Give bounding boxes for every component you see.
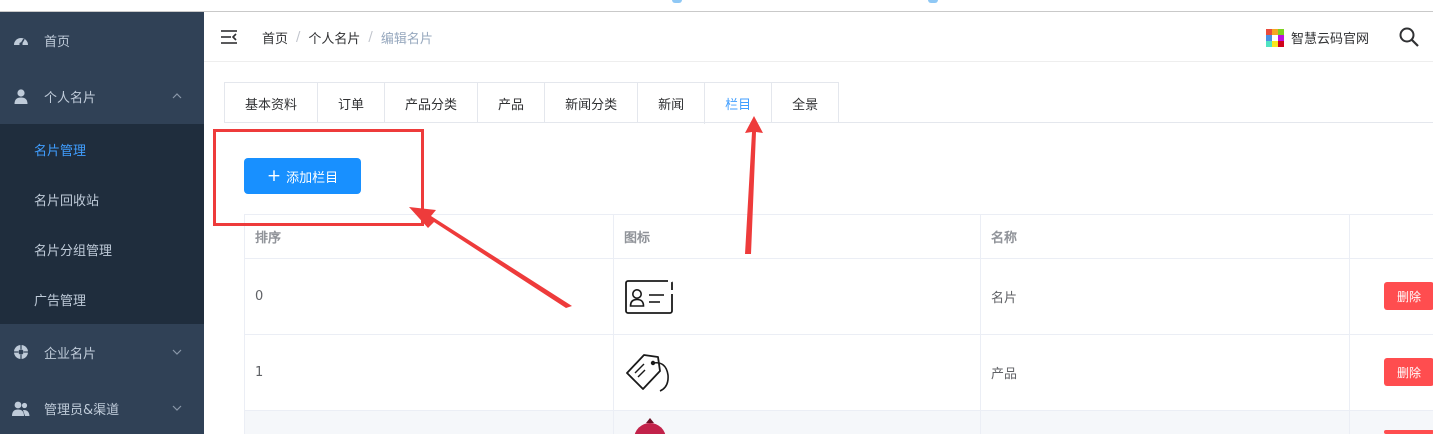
chevron-down-icon (172, 349, 182, 355)
cell-order: 1 (245, 335, 614, 410)
price-tag-icon (626, 353, 669, 392)
breadcrumb: 首页 / 个人名片 / 编辑名片 (262, 28, 433, 47)
submenu-item-ads[interactable]: 广告管理 (0, 274, 204, 324)
breadcrumb-separator: / (296, 30, 301, 45)
menu-fold-icon[interactable] (220, 28, 238, 46)
table-row (245, 411, 1433, 434)
submenu-item-card-management[interactable]: 名片管理 (0, 124, 204, 174)
search-icon[interactable] (1398, 26, 1420, 48)
sidebar-item-home[interactable]: 首页 (0, 12, 204, 68)
tab-divider (224, 122, 1433, 123)
columns-table: 排序 图标 名称 0 名片 1 产品 (244, 214, 1433, 434)
sidebar-item-enterprise-card[interactable]: 企业名片 (0, 324, 204, 380)
cell-icon (614, 259, 981, 334)
users-icon (12, 399, 30, 417)
pomegranate-icon (634, 417, 666, 434)
navbar: 首页 / 个人名片 / 编辑名片 智慧云码官网 (204, 12, 1433, 62)
aperture-icon (12, 343, 30, 361)
chevron-up-icon (172, 93, 182, 99)
delete-button[interactable]: 删除 (1384, 282, 1433, 310)
header-cell-name: 名称 (981, 215, 1350, 258)
delete-button-partial[interactable] (1384, 430, 1433, 434)
tab-columns[interactable]: 栏目 (704, 83, 772, 124)
header-cell-icon: 图标 (614, 215, 981, 258)
tab-news[interactable]: 新闻 (637, 83, 704, 123)
header-cell-action (1350, 215, 1433, 258)
sidebar-item-admin-channel[interactable]: 管理员&渠道 (0, 380, 204, 434)
sidebar-item-label: 企业名片 (44, 346, 97, 362)
breadcrumb-separator: / (368, 30, 373, 45)
submenu-item-label: 广告管理 (34, 293, 87, 309)
top-strip (0, 0, 1433, 12)
delete-button[interactable]: 删除 (1384, 358, 1433, 386)
tab-basic-info[interactable]: 基本资料 (225, 83, 317, 123)
cell-icon (614, 411, 981, 434)
tab-products[interactable]: 产品 (477, 83, 544, 123)
dashboard-icon (12, 31, 30, 49)
cell-icon (614, 335, 981, 410)
top-mark (928, 0, 938, 3)
user-icon (12, 87, 30, 105)
brand-label: 智慧云码官网 (1291, 32, 1370, 47)
sidebar-item-label: 管理员&渠道 (44, 402, 120, 418)
cell-order: 0 (245, 259, 614, 334)
tab-orders[interactable]: 订单 (317, 83, 384, 123)
table-row: 0 名片 (245, 259, 1433, 335)
submenu-item-label: 名片回收站 (34, 193, 100, 209)
cell-order (245, 411, 614, 434)
sidebar-item-label: 个人名片 (44, 90, 97, 106)
submenu-item-card-groups[interactable]: 名片分组管理 (0, 224, 204, 274)
breadcrumb-item: 编辑名片 (380, 32, 433, 47)
sidebar: 首页 个人名片 名片管理 名片回收站 名片分组管理 广告管理 企业名片 管理员&… (0, 12, 204, 434)
sidebar-item-label: 首页 (44, 34, 71, 50)
tab-product-category[interactable]: 产品分类 (384, 83, 477, 123)
tab-bar: 基本资料 订单 产品分类 产品 新闻分类 新闻 栏目 全景 (224, 82, 840, 124)
tab-panorama[interactable]: 全景 (771, 83, 838, 123)
breadcrumb-item[interactable]: 首页 (262, 28, 288, 47)
business-card-icon (625, 279, 673, 314)
submenu-item-card-recycle[interactable]: 名片回收站 (0, 174, 204, 224)
submenu: 名片管理 名片回收站 名片分组管理 广告管理 (0, 124, 204, 324)
brand-logo-icon (1266, 28, 1284, 47)
breadcrumb-item[interactable]: 个人名片 (308, 28, 360, 47)
top-mark (672, 0, 682, 3)
sidebar-item-personal-card[interactable]: 个人名片 (0, 68, 204, 124)
table-row: 1 产品 (245, 335, 1433, 411)
annotation-highlight-box (213, 129, 424, 226)
cell-name: 名片 (981, 259, 1350, 334)
cell-name: 产品 (981, 335, 1350, 410)
brand-link[interactable]: 智慧云码官网 (1266, 28, 1369, 47)
tab-news-category[interactable]: 新闻分类 (544, 83, 637, 123)
cell-name (981, 411, 1350, 434)
submenu-item-label: 名片分组管理 (34, 243, 113, 259)
submenu-item-label: 名片管理 (34, 143, 87, 159)
chevron-down-icon (172, 405, 182, 411)
